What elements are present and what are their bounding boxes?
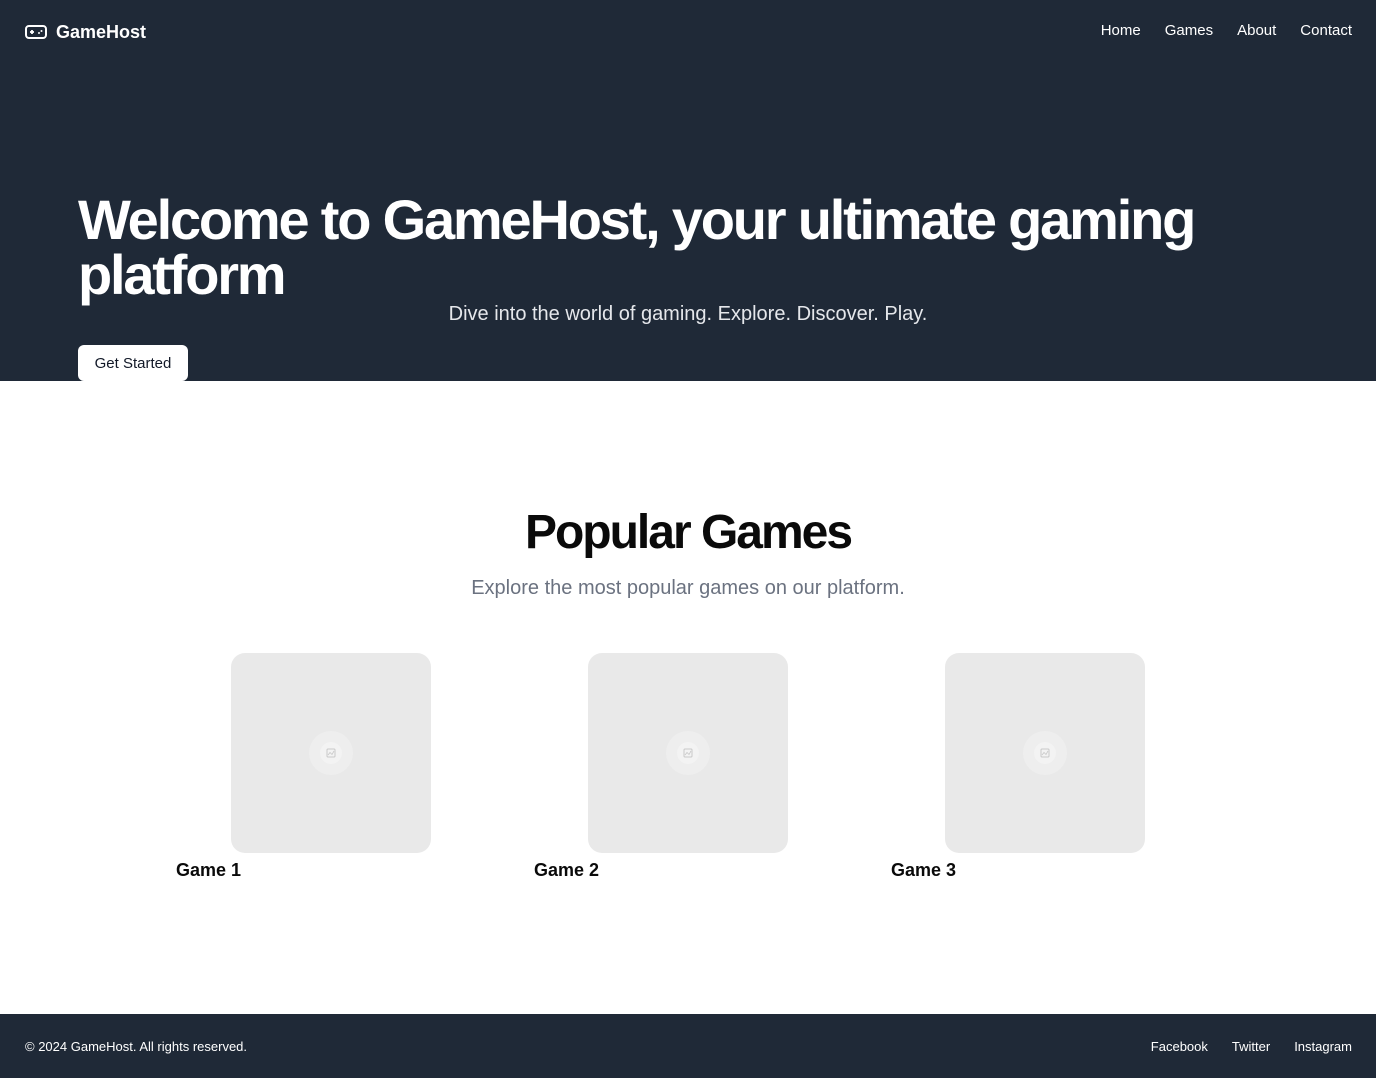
game-3-image[interactable] (945, 653, 1145, 853)
game-3-title[interactable]: Game 3 (891, 860, 956, 881)
popular-games-title: Popular Games (524, 506, 853, 559)
image-placeholder-icon (1023, 731, 1067, 775)
gamepad-icon (25, 25, 47, 39)
copyright-text: © 2024 GameHost. All rights reserved. (25, 1039, 248, 1054)
get-started-button[interactable]: Get Started (78, 345, 188, 381)
social-links: Facebook Twitter Instagram (1151, 1039, 1352, 1054)
nav-link-home[interactable]: Home (1101, 22, 1141, 39)
brand-name: GameHost (56, 21, 147, 42)
brand-link[interactable]: GameHost (25, 20, 146, 44)
main-nav: Home Games About Contact (1101, 22, 1352, 39)
footer-link-twitter[interactable]: Twitter (1232, 1039, 1270, 1054)
hero-subtitle: Dive into the world of gaming. Explore. … (448, 303, 928, 325)
image-placeholder-icon (309, 731, 353, 775)
nav-link-contact[interactable]: Contact (1300, 22, 1352, 39)
footer-link-instagram[interactable]: Instagram (1294, 1039, 1352, 1054)
nav-link-games[interactable]: Games (1165, 22, 1213, 39)
popular-games-subtitle: Explore the most popular games on our pl… (471, 577, 905, 599)
site-header: GameHost Home Games About Contact Welcom… (0, 0, 1376, 381)
game-2-image[interactable] (588, 653, 788, 853)
game-1-title[interactable]: Game 1 (176, 860, 241, 881)
image-placeholder-icon (666, 731, 710, 775)
game-2-title[interactable]: Game 2 (534, 860, 599, 881)
nav-link-about[interactable]: About (1237, 22, 1276, 39)
game-1-image[interactable] (231, 653, 431, 853)
site-footer: © 2024 GameHost. All rights reserved. Fa… (0, 1014, 1376, 1078)
footer-link-facebook[interactable]: Facebook (1151, 1039, 1208, 1054)
hero-title: Welcome to GameHost, your ultimate gamin… (78, 188, 1196, 306)
